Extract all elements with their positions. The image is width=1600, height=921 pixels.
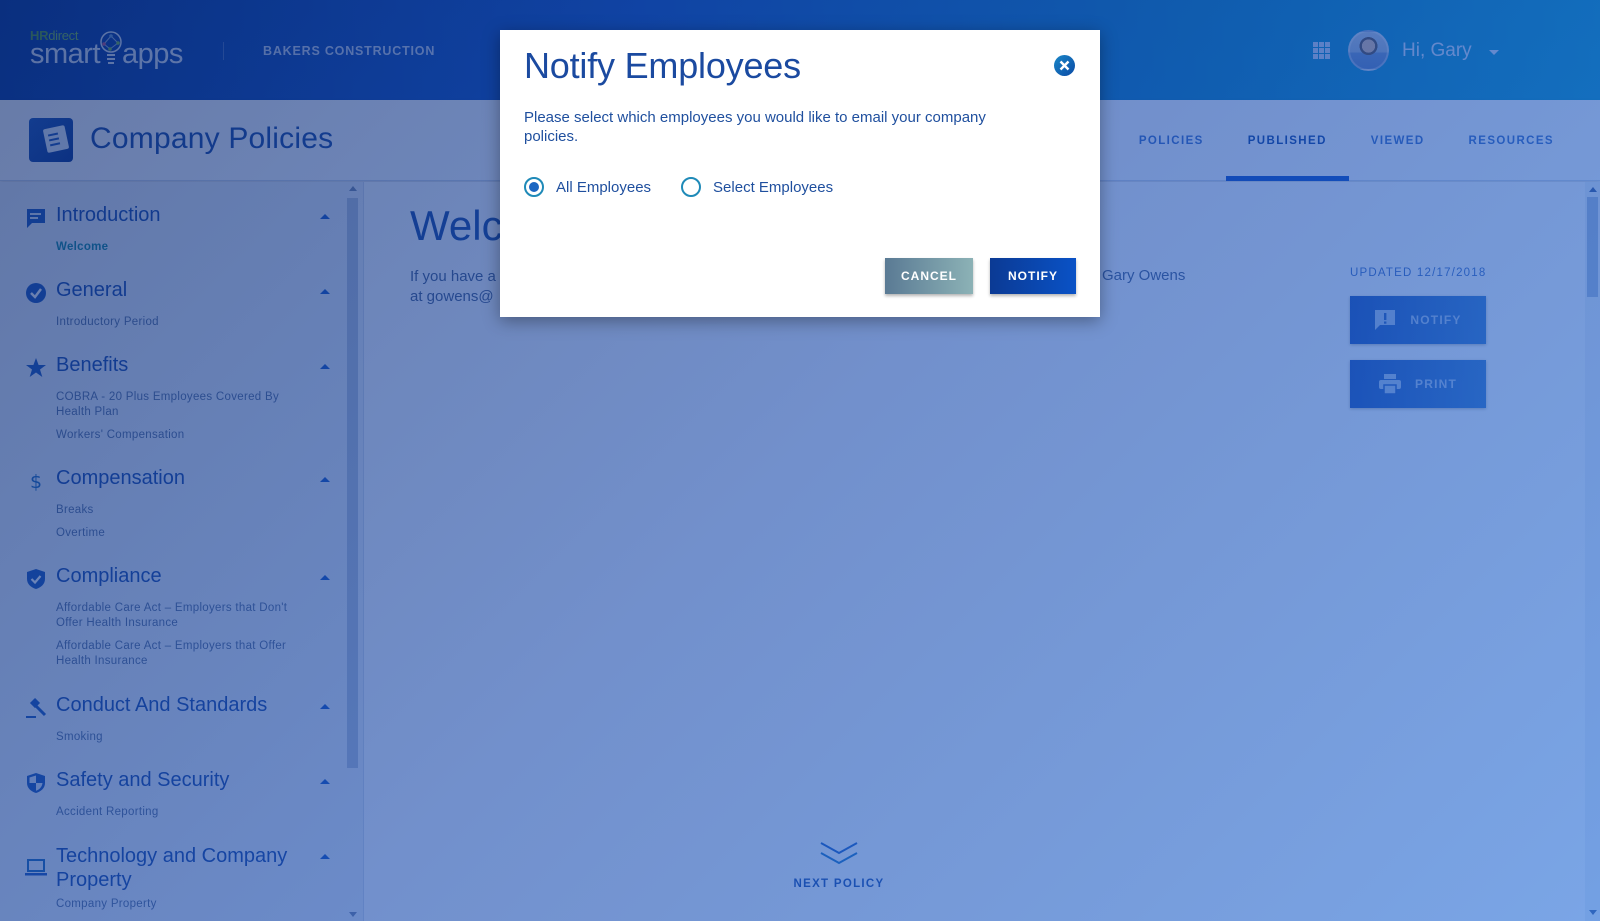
radio-button-unchecked[interactable] (681, 177, 702, 197)
radio-button-checked[interactable] (524, 177, 544, 197)
radio-all-employees[interactable]: All Employees (524, 177, 651, 197)
dialog-title: Notify Employees (524, 45, 801, 86)
recipient-radio-group: All Employees Select Employees (524, 177, 863, 197)
close-icon[interactable] (1054, 55, 1075, 76)
notify-confirm-button[interactable]: NOTIFY (990, 258, 1076, 294)
radio-label[interactable]: Select Employees (713, 179, 833, 196)
radio-select-employees[interactable]: Select Employees (681, 177, 833, 197)
radio-label[interactable]: All Employees (556, 179, 651, 196)
dialog-description: Please select which employees you would … (524, 109, 986, 145)
cancel-button[interactable]: CANCEL (885, 258, 973, 294)
close-x-glyph (1059, 60, 1070, 71)
notify-employees-dialog: Notify Employees Please select which emp… (500, 30, 1100, 317)
